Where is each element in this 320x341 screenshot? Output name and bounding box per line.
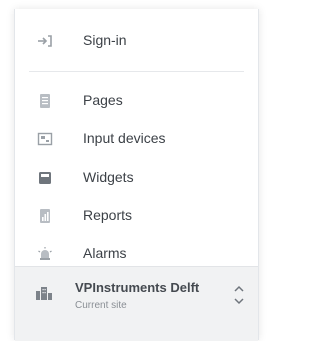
menu-item-widgets[interactable]: Widgets <box>15 158 258 198</box>
menu-item-label: Pages <box>83 92 123 108</box>
navigation-menu: Sign-in Pages Input devices Widgets Repo… <box>14 9 259 341</box>
menu-divider <box>29 71 244 72</box>
widgets-icon <box>37 170 53 186</box>
sign-in-icon <box>37 33 53 49</box>
menu-item-label: Widgets <box>83 169 134 185</box>
alarms-icon <box>37 246 53 262</box>
site-selector[interactable]: VPInstruments Delft Current site <box>15 266 258 341</box>
chevron-up-down-icon[interactable] <box>233 283 245 307</box>
site-name: VPInstruments Delft <box>75 280 200 295</box>
menu-item-reports[interactable]: Reports <box>15 196 258 236</box>
reports-icon <box>37 208 53 224</box>
menu-item-label: Reports <box>83 207 133 223</box>
menu-item-label: Input devices <box>83 130 166 146</box>
site-subtitle: Current site <box>75 300 127 311</box>
menu-item-label: Alarms <box>83 245 127 261</box>
menu-item-sign-in[interactable]: Sign-in <box>15 21 258 61</box>
menu-item-input-devices[interactable]: Input devices <box>15 119 258 159</box>
input-devices-icon <box>37 131 53 147</box>
building-icon <box>35 285 53 301</box>
app-frame: Sign-in Pages Input devices Widgets Repo… <box>0 0 265 341</box>
pages-icon <box>37 93 53 109</box>
menu-item-pages[interactable]: Pages <box>15 81 258 121</box>
menu-item-label: Sign-in <box>83 32 127 48</box>
